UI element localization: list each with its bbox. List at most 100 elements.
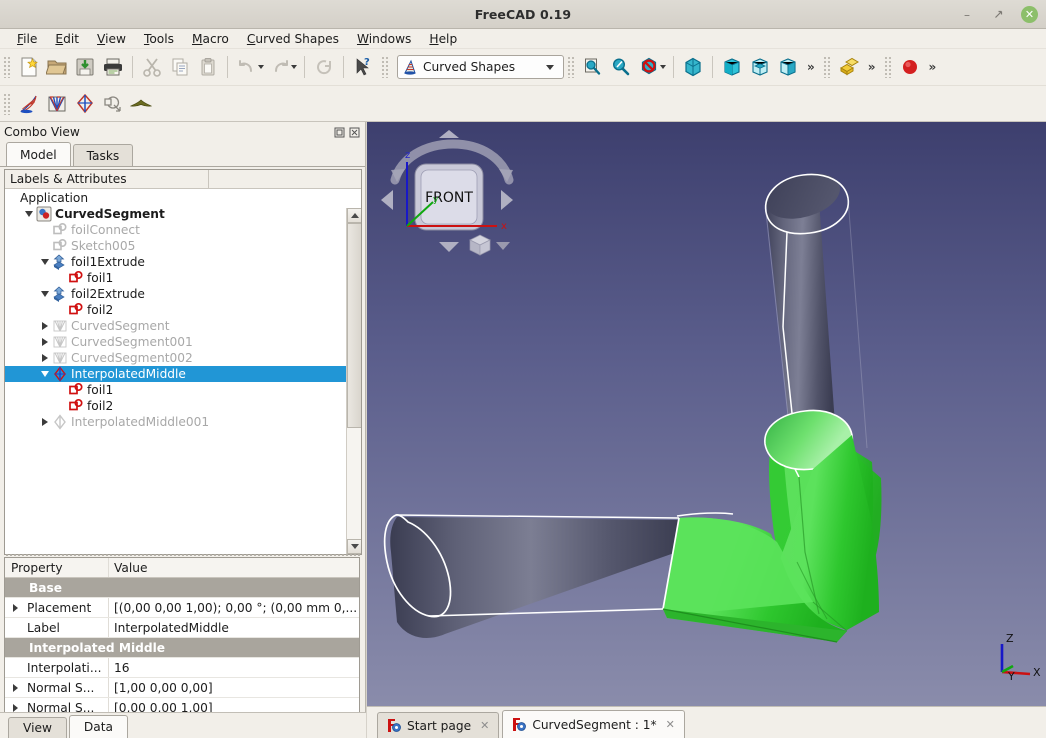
expand-collapse-twisty-closed[interactable] bbox=[37, 414, 52, 430]
toolbar-grip[interactable] bbox=[3, 56, 12, 78]
paste-icon[interactable] bbox=[194, 53, 222, 81]
toolbar-overflow-button[interactable]: » bbox=[924, 60, 942, 74]
minimize-button[interactable]: – bbox=[959, 7, 975, 23]
wing-icon[interactable] bbox=[127, 90, 155, 118]
sublink-icon[interactable] bbox=[99, 90, 127, 118]
toolbar-grip[interactable] bbox=[822, 56, 832, 78]
tab-view[interactable]: View bbox=[8, 717, 67, 738]
property-value[interactable]: 16 bbox=[109, 661, 359, 675]
property-group-base[interactable]: Base bbox=[5, 578, 359, 598]
expand-collapse-twisty-open[interactable] bbox=[37, 254, 52, 270]
menu-tools[interactable]: Tools bbox=[135, 30, 183, 48]
property-expand-arrow[interactable] bbox=[5, 598, 25, 617]
redo-dropdown-arrow[interactable] bbox=[291, 65, 297, 69]
expand-collapse-twisty-closed[interactable] bbox=[37, 350, 52, 366]
refresh-icon[interactable] bbox=[310, 53, 338, 81]
expand-collapse-twisty-open[interactable] bbox=[37, 286, 52, 302]
right-view-icon[interactable] bbox=[774, 53, 802, 81]
tree-item-interpolatedmiddle001[interactable]: InterpolatedMiddle001 bbox=[5, 414, 361, 430]
expand-collapse-twisty-closed[interactable] bbox=[37, 334, 52, 350]
3d-viewport[interactable]: FRONT z x y Z X Y bbox=[367, 122, 1046, 706]
menu-macro[interactable]: Macro bbox=[183, 30, 238, 48]
top-view-icon[interactable] bbox=[746, 53, 774, 81]
tree-item-curvedsegment[interactable]: CurvedSegment bbox=[5, 318, 361, 334]
cut-scissors-icon[interactable] bbox=[138, 53, 166, 81]
curved-array-icon[interactable] bbox=[43, 90, 71, 118]
property-row-normal-s-[interactable]: Normal S... [1,00 0,00 0,00] bbox=[5, 678, 359, 698]
fit-selection-icon[interactable] bbox=[607, 53, 635, 81]
document-tab-curvedsegment[interactable]: CurvedSegment : 1* ✕ bbox=[502, 710, 685, 738]
close-tab-icon[interactable]: ✕ bbox=[480, 719, 489, 732]
property-expand-arrow[interactable] bbox=[5, 678, 25, 697]
3d-scene[interactable]: FRONT z x y Z X Y bbox=[367, 122, 1046, 706]
tree-item-foil1[interactable]: foil1 bbox=[5, 270, 361, 286]
tree-item-foil1[interactable]: foil1 bbox=[5, 382, 361, 398]
tree-item-foil2[interactable]: foil2 bbox=[5, 398, 361, 414]
expand-collapse-twisty-open[interactable] bbox=[37, 366, 52, 382]
tree-column-labels-attributes[interactable]: Labels & Attributes bbox=[5, 170, 209, 188]
tab-model[interactable]: Model bbox=[6, 142, 71, 166]
undo-dropdown-arrow[interactable] bbox=[258, 65, 264, 69]
draw-style-dropdown-arrow[interactable] bbox=[660, 65, 666, 69]
copy-icon[interactable] bbox=[166, 53, 194, 81]
property-value[interactable]: InterpolatedMiddle bbox=[109, 621, 359, 635]
print-icon[interactable] bbox=[99, 53, 127, 81]
axonometric-view-icon[interactable] bbox=[679, 53, 707, 81]
tree-item-curvedsegment002[interactable]: CurvedSegment002 bbox=[5, 350, 361, 366]
document-tab-start-page[interactable]: Start page ✕ bbox=[377, 712, 500, 738]
tree-scrollbar[interactable] bbox=[346, 208, 361, 554]
workbench-selector[interactable]: Curved Shapes bbox=[397, 55, 564, 79]
expand-collapse-twisty-open[interactable] bbox=[21, 206, 36, 222]
float-panel-icon[interactable] bbox=[333, 126, 346, 139]
tree-item-sketch005[interactable]: Sketch005 bbox=[5, 238, 361, 254]
macro-record-icon[interactable] bbox=[896, 53, 924, 81]
tree-item-application[interactable]: Application bbox=[5, 190, 361, 206]
scroll-up-button[interactable] bbox=[347, 208, 361, 223]
curved-segment-icon[interactable] bbox=[15, 90, 43, 118]
tree-item-curvedsegment[interactable]: CurvedSegment bbox=[5, 206, 361, 222]
tab-data[interactable]: Data bbox=[68, 715, 129, 738]
fit-all-icon[interactable] bbox=[579, 53, 607, 81]
interpolated-middle-icon[interactable] bbox=[71, 90, 99, 118]
menu-curved-shapes[interactable]: Curved Shapes bbox=[238, 30, 348, 48]
tree-item-foilconnect[interactable]: foilConnect bbox=[5, 222, 361, 238]
tree-body[interactable]: Application CurvedSegment foilConnect Sketc… bbox=[5, 189, 361, 554]
undo-icon[interactable] bbox=[233, 53, 261, 81]
tab-tasks[interactable]: Tasks bbox=[72, 144, 134, 166]
close-panel-icon[interactable] bbox=[348, 126, 361, 139]
property-value[interactable]: [(0,00 0,00 1,00); 0,00 °; (0,00 mm 0,..… bbox=[109, 601, 359, 615]
menu-help[interactable]: Help bbox=[420, 30, 466, 48]
draw-style-icon[interactable] bbox=[635, 53, 663, 81]
property-row-placement[interactable]: Placement [(0,00 0,00 1,00); 0,00 °; (0,0… bbox=[5, 598, 359, 618]
property-row-interpolati-[interactable]: Interpolati... 16 bbox=[5, 658, 359, 678]
tree-item-foil2[interactable]: foil2 bbox=[5, 302, 361, 318]
toolbar-grip[interactable] bbox=[567, 56, 576, 78]
toolbar-grip[interactable] bbox=[883, 56, 893, 78]
menu-view[interactable]: View bbox=[88, 30, 135, 48]
front-view-icon[interactable] bbox=[718, 53, 746, 81]
open-folder-icon[interactable] bbox=[43, 53, 71, 81]
menu-edit[interactable]: Edit bbox=[46, 30, 88, 48]
toolbar-grip[interactable] bbox=[3, 92, 12, 115]
property-row-label[interactable]: Label InterpolatedMiddle bbox=[5, 618, 359, 638]
toolbar-grip[interactable] bbox=[381, 56, 390, 78]
tree-item-foil1extrude[interactable]: foil1Extrude bbox=[5, 254, 361, 270]
toolbar-overflow-button[interactable]: » bbox=[802, 60, 820, 74]
scrollbar-thumb[interactable] bbox=[347, 223, 361, 428]
close-button[interactable]: ✕ bbox=[1021, 6, 1038, 23]
new-document-icon[interactable] bbox=[15, 53, 43, 81]
whats-this-icon[interactable]: ? bbox=[349, 53, 377, 81]
part-box-icon[interactable] bbox=[835, 53, 863, 81]
tree-item-foil2extrude[interactable]: foil2Extrude bbox=[5, 286, 361, 302]
property-value[interactable]: [1,00 0,00 0,00] bbox=[109, 681, 359, 695]
menu-file[interactable]: File bbox=[8, 30, 46, 48]
redo-icon[interactable] bbox=[266, 53, 294, 81]
close-tab-icon[interactable]: ✕ bbox=[666, 718, 675, 731]
property-group-interpolated-middle[interactable]: Interpolated Middle bbox=[5, 638, 359, 658]
toolbar-overflow-button[interactable]: » bbox=[863, 60, 881, 74]
chevron-down-icon[interactable] bbox=[546, 64, 554, 70]
menu-windows[interactable]: Windows bbox=[348, 30, 420, 48]
tree-item-interpolatedmiddle[interactable]: InterpolatedMiddle bbox=[5, 366, 361, 382]
expand-collapse-twisty-closed[interactable] bbox=[37, 318, 52, 334]
save-icon[interactable] bbox=[71, 53, 99, 81]
